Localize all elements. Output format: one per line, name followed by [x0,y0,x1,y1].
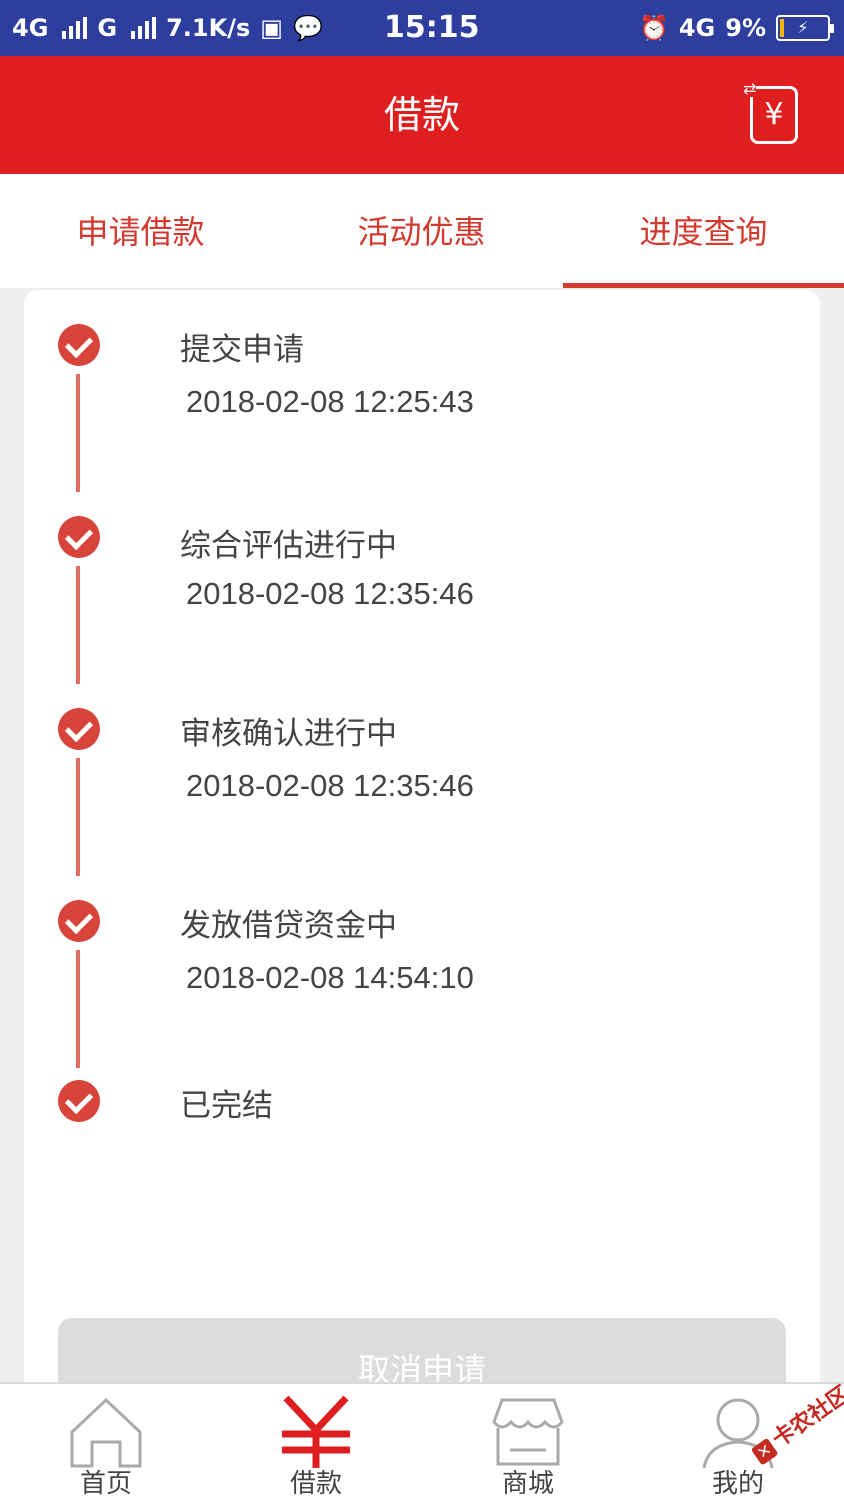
step-connector [76,566,80,684]
nav-loan[interactable]: 借款 [246,1384,386,1500]
nav-label: 首页 [79,1469,132,1499]
battery-icon: ⚡ [776,15,834,41]
store-icon [492,1398,564,1466]
alarm-icon: ⏰ [638,14,669,42]
step-title: 提交申请 [180,332,304,368]
app-header: 借款 ¥ [0,56,844,174]
step-time: 2018-02-08 14:54:10 [186,960,474,995]
page-title: 借款 [383,93,460,137]
battery-percent: 9% [725,14,766,42]
step-title: 审核确认进行中 [180,716,397,752]
check-icon [58,516,100,558]
step-title: 发放借贷资金中 [180,908,397,944]
tab-bar: 申请借款 活动优惠 进度查询 [0,174,844,288]
tab-promotions[interactable]: 活动优惠 [281,174,562,288]
status-right: ⏰ 4G 9% ⚡ [638,0,834,56]
home-icon [70,1397,142,1468]
step-connector [76,758,80,876]
yuan-exchange-icon[interactable]: ¥ [743,81,798,144]
network-label-3: 4G [678,14,716,42]
check-icon [58,1080,100,1122]
tab-progress-query[interactable]: 进度查询 [563,174,844,288]
step-time: 2018-02-08 12:35:46 [186,768,474,803]
step-connector [76,950,80,1068]
network-label-1: 4G [12,14,49,42]
nav-home[interactable]: 首页 [36,1384,176,1500]
step-title: 已完结 [180,1088,273,1124]
nav-store[interactable]: 商城 [458,1384,598,1500]
step-connector [76,374,80,492]
progress-card: 提交申请 2018-02-08 12:25:43 综合评估进行中 2018-02… [24,290,820,1430]
check-icon [58,708,100,750]
clock: 15:15 [384,10,480,45]
step-time: 2018-02-08 12:35:46 [186,576,474,611]
signal-icon-2 [131,17,157,39]
network-speed: 7.1K/s [166,14,251,42]
bottom-nav: 首页 借款 商城 我的 [0,1382,844,1500]
network-label-2: G [97,14,118,42]
wechat-icon: 💬 [292,14,323,42]
tab-apply-loan[interactable]: 申请借款 [0,174,281,288]
signal-icon [62,17,88,39]
step-title: 综合评估进行中 [180,528,397,564]
nav-label: 商城 [501,1469,554,1499]
check-icon [58,900,100,942]
check-icon [58,324,100,366]
image-notification-icon: ▣ [260,14,283,42]
status-bar: 4G G 7.1K/s ▣ 💬 15:15 ⏰ 4G 9% ⚡ [0,0,844,56]
yuan-icon [282,1395,350,1468]
nav-label: 我的 [711,1469,764,1499]
step-time: 2018-02-08 12:25:43 [186,384,474,419]
status-left: 4G G 7.1K/s ▣ 💬 [12,0,323,56]
nav-label: 借款 [289,1469,342,1499]
